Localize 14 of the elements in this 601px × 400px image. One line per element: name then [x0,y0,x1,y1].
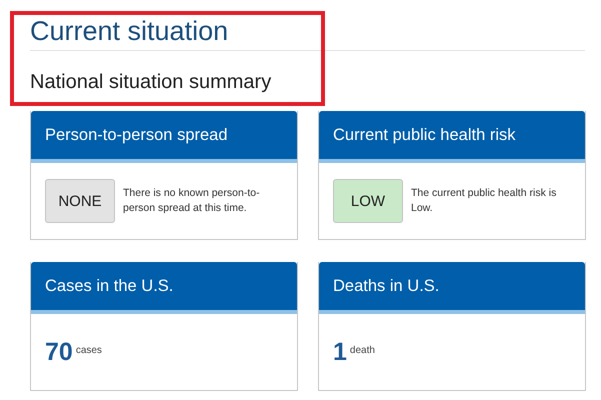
card-description: There is no known person-to-person spread at this time. [123,186,261,216]
section-heading: National situation summary [30,70,272,95]
count-number: 1 [333,338,347,366]
risk-level-badge: NONE [45,179,115,223]
risk-level-badge: LOW [333,179,403,223]
card-title: Deaths in U.S. [333,276,440,296]
count-number: 70 [45,338,73,366]
card-description: The current public health risk is Low. [411,186,558,216]
card-title: Current public health risk [333,126,516,144]
count-unit: death [350,345,375,356]
page-heading: Current situation [30,15,230,48]
card-title: Person-to-person spread [45,126,228,144]
card-title: Cases in the U.S. [45,276,174,296]
count-unit: cases [76,345,102,356]
